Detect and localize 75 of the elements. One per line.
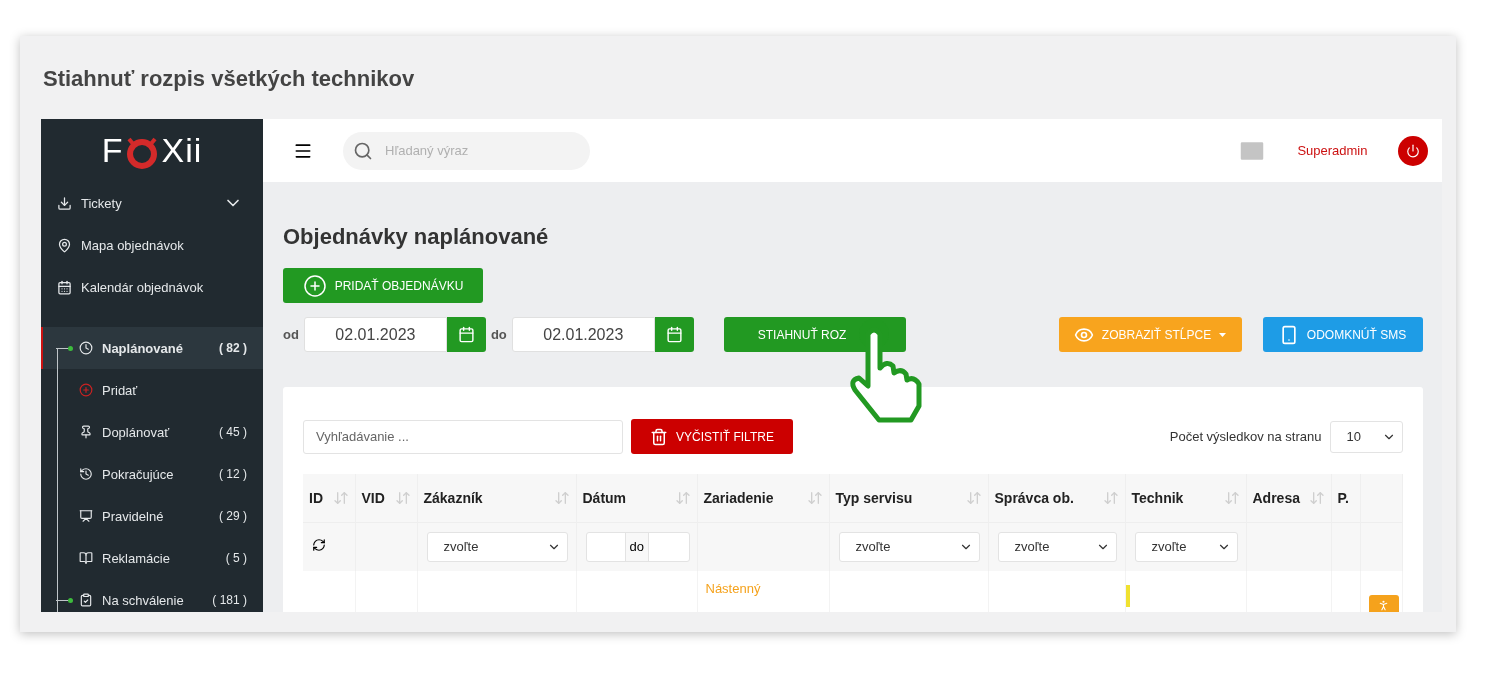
add-order-button[interactable]: PRIDAŤ OBJEDNÁVKU [283, 268, 483, 303]
item-icon [79, 383, 93, 397]
column-header[interactable]: Správca ob. [988, 474, 1125, 522]
column-header[interactable]: VID [355, 474, 417, 522]
status-dot [68, 345, 73, 351]
sidebar-item[interactable]: Reklamácie ( 5 ) [41, 537, 263, 579]
sidebar-item[interactable]: Pokračujúce ( 12 ) [41, 453, 263, 495]
to-label: do [490, 327, 507, 342]
user-link[interactable]: Superadmin [1297, 143, 1368, 158]
column-header[interactable]: Adresa [1246, 474, 1331, 522]
column-header[interactable]: Technik [1125, 474, 1246, 522]
page-title: Stiahnuť rozpis všetkých technikov [43, 66, 416, 93]
item-icon [79, 467, 93, 481]
page-size-select[interactable]: 10 [1329, 420, 1403, 453]
item-icon [79, 593, 93, 607]
sort-icon[interactable] [1102, 489, 1119, 506]
calendar-button[interactable] [446, 317, 486, 352]
filter-select[interactable]: zvoľte [426, 531, 568, 562]
page-size-label: Počet výsledkov na stranu [1169, 429, 1322, 444]
column-header[interactable]: Zariadenie [697, 474, 829, 522]
link-icon [57, 279, 72, 295]
power-button[interactable] [1397, 135, 1428, 166]
filter-select[interactable]: zvoľte [838, 531, 980, 562]
sidebar-item[interactable]: Naplánované ( 82 ) [41, 327, 263, 369]
calendar-button[interactable] [654, 317, 694, 352]
item-icon [79, 341, 93, 355]
status-dot [68, 597, 73, 603]
sidebar-item[interactable]: Na schválenie ( 181 ) [41, 579, 263, 612]
sort-icon[interactable] [553, 489, 570, 506]
sidebar-item[interactable]: Pravidelné ( 29 ) [41, 495, 263, 537]
sort-icon[interactable] [674, 489, 691, 506]
refresh-icon[interactable] [312, 537, 326, 552]
sort-icon[interactable] [806, 489, 823, 506]
item-icon [79, 425, 93, 439]
column-header[interactable]: Zákazník [417, 474, 576, 522]
sidebar-item[interactable]: Doplánovať ( 45 ) [41, 411, 263, 453]
plus-icon [302, 273, 327, 298]
item-icon [79, 509, 93, 523]
link-icon [57, 237, 72, 253]
search-field[interactable]: Hľadaný výraz [343, 131, 590, 170]
sidebar-link[interactable]: Kalendár objednávok [41, 266, 263, 308]
date-field[interactable]: 02.01.2023 [303, 317, 447, 352]
sort-icon[interactable] [1223, 489, 1240, 506]
column-header[interactable]: Typ servisu [829, 474, 988, 522]
search-icon [353, 140, 373, 161]
power-icon [1405, 143, 1420, 158]
sidebar-link[interactable]: Tickety [41, 182, 263, 224]
from-label: od [283, 327, 299, 342]
download-button[interactable]: STIAHNUŤ ROZ [723, 317, 906, 352]
action-button[interactable] [1368, 595, 1399, 612]
clear-filters-button[interactable]: VYČISTIŤ FILTRE [631, 419, 793, 454]
sidebar-item[interactable]: Pridať [41, 369, 263, 411]
search-input[interactable]: Hľadaný výraz [383, 142, 580, 159]
person-icon [1377, 598, 1390, 612]
column-header[interactable]: P. [1331, 474, 1360, 522]
table-cell-text: Nástenný [705, 581, 761, 596]
calendar-icon [665, 326, 683, 343]
sidebar-link[interactable]: Mapa objednávok [41, 224, 263, 266]
table-search-field[interactable]: Vyhľadávanie ... [303, 419, 623, 454]
calendar-icon [457, 326, 475, 343]
sort-icon[interactable] [965, 489, 982, 506]
caret-icon [1219, 332, 1227, 337]
column-header[interactable]: Dátum [576, 474, 697, 522]
filter-select[interactable]: zvoľte [997, 531, 1117, 562]
sort-icon[interactable] [394, 489, 411, 506]
trash-icon [650, 427, 669, 446]
link-icon [57, 195, 72, 211]
sort-icon[interactable] [1308, 489, 1325, 506]
column-header[interactable]: ID [303, 474, 355, 522]
date-field[interactable]: 02.01.2023 [511, 317, 655, 352]
sort-icon[interactable] [332, 489, 349, 506]
item-icon [79, 551, 93, 565]
page-heading: Objednávky naplánované [283, 224, 550, 250]
filter-select[interactable]: zvoľte [1134, 531, 1238, 562]
logo: F Xii [100, 130, 204, 171]
